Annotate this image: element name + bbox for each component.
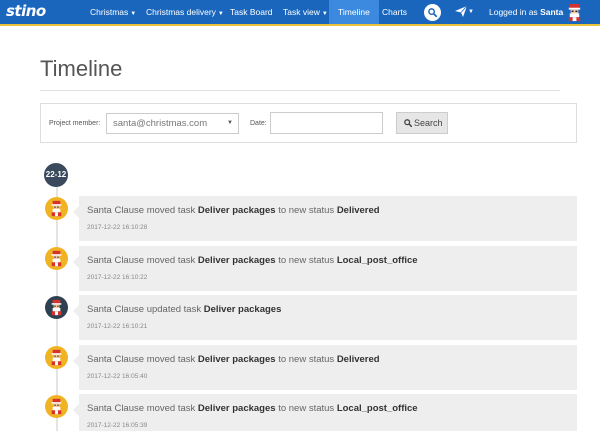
timeline-event-card: Santa Clause moved task Deliver packages… [73,246,577,291]
timeline-avatar-icon [45,197,68,220]
timeline-event-card: Santa Clause moved task Deliver packages… [73,345,577,390]
timeline-event-card: Santa Clause updated task Deliver packag… [73,295,577,340]
date-label: Date: [250,120,267,127]
task-link[interactable]: Deliver packages [204,304,282,315]
date-input[interactable] [270,112,383,134]
chevron-down-icon: ▼ [321,11,328,17]
task-link[interactable]: Deliver packages [198,255,276,266]
status-name: Delivered [336,354,380,365]
nav-item-timeline[interactable]: Timeline [329,0,379,24]
nav-item-task-view[interactable]: Task view ▼ [277,0,334,24]
chevron-down-icon[interactable]: ▼ [468,0,474,24]
task-link[interactable]: Deliver packages [198,354,276,365]
filter-panel: Project member: santa@christmas.com ▼ Da… [40,103,577,143]
date-badge: 22-12 [44,163,68,187]
timeline-event-time: 2017-12-22 16:10:28 [87,224,148,231]
timeline-avatar-icon [45,395,68,418]
page-title: Timeline [40,56,123,81]
brand-logo[interactable]: stino [6,2,46,20]
nav-item-christmas-delivery[interactable]: Christmas delivery ▼ [140,0,230,24]
search-button[interactable] [424,4,441,21]
nav-item-task-board[interactable]: Task Board [224,0,279,24]
timeline-event-time: 2017-12-22 16:05:39 [87,422,148,429]
nav-item-christmas[interactable]: Christmas ▼ [84,0,142,24]
search-icon [428,8,437,17]
status-name: Delivered [336,205,380,216]
timeline-event-text: Santa Clause updated task Deliver packag… [87,304,282,315]
project-member-label: Project member: [49,120,101,127]
timeline-event-time: 2017-12-22 16:10:21 [87,323,148,330]
timeline-event-text: Santa Clause moved task Deliver packages… [87,354,380,365]
top-navbar: stino Christmas ▼ Christmas delivery ▼ Tas… [0,0,600,26]
user-avatar-icon[interactable] [565,3,584,22]
timeline-event-text: Santa Clause moved task Deliver packages… [87,205,380,216]
timeline-event-time: 2017-12-22 16:10:22 [87,274,148,281]
timeline-event-text: Santa Clause moved task Deliver packages… [87,403,418,414]
search-submit-button[interactable]: Search [396,112,448,134]
chevron-down-icon: ▼ [227,120,233,126]
timeline-event-card: Santa Clause moved task Deliver packages… [73,196,577,241]
nav-item-charts[interactable]: Charts [376,0,413,24]
project-member-select[interactable]: santa@christmas.com ▼ [106,113,239,134]
login-status: Logged in as Santa [489,7,564,17]
timeline-avatar-icon [45,296,68,319]
timeline-event-text: Santa Clause moved task Deliver packages… [87,255,418,266]
task-link[interactable]: Deliver packages [198,403,276,414]
task-link[interactable]: Deliver packages [198,205,276,216]
status-name: Local_post_office [336,403,418,414]
chevron-down-icon: ▼ [130,11,137,17]
status-name: Local_post_office [336,255,418,266]
timeline-event-time: 2017-12-22 16:05:40 [87,373,148,380]
title-divider [40,90,560,91]
paper-plane-icon[interactable] [455,6,467,17]
chevron-down-icon: ▼ [217,11,224,17]
timeline-avatar-icon [45,346,68,369]
timeline-avatar-icon [45,247,68,270]
search-icon [404,119,412,127]
login-username: Santa [540,7,564,17]
timeline-event-card: Santa Clause moved task Deliver packages… [73,394,577,431]
